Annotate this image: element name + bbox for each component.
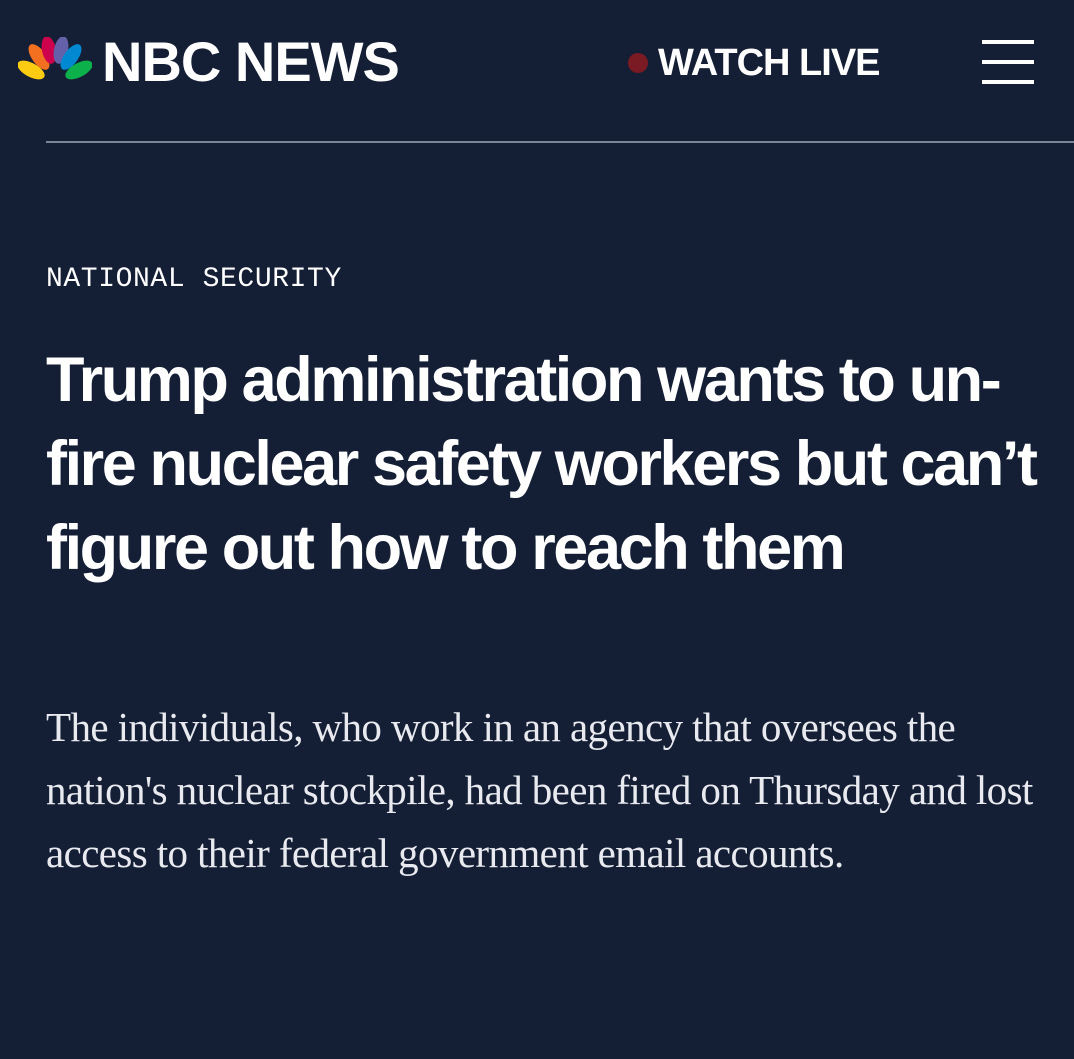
brand-wordmark: NBC NEWS (102, 30, 400, 93)
menu-bar-icon (982, 40, 1034, 44)
nbc-news-logo[interactable]: NBC NEWS (18, 30, 400, 93)
menu-bar-icon (982, 60, 1034, 64)
article-summary: The individuals, who work in an agency t… (46, 704, 1033, 876)
article-headline: Trump administration wants to un-fire nu… (46, 345, 1038, 583)
watch-live-button[interactable]: WATCH LIVE (628, 38, 881, 88)
site-header: NBC NEWS WATCH LIVE (0, 0, 1074, 142)
hamburger-menu-button[interactable] (982, 40, 1036, 86)
watch-live-label: WATCH LIVE (658, 41, 881, 84)
menu-bar-icon (982, 80, 1034, 84)
header-divider (46, 141, 1074, 143)
nbc-peacock-icon (18, 37, 92, 84)
live-indicator-icon (628, 53, 648, 73)
section-label[interactable]: NATIONAL SECURITY (46, 264, 342, 295)
